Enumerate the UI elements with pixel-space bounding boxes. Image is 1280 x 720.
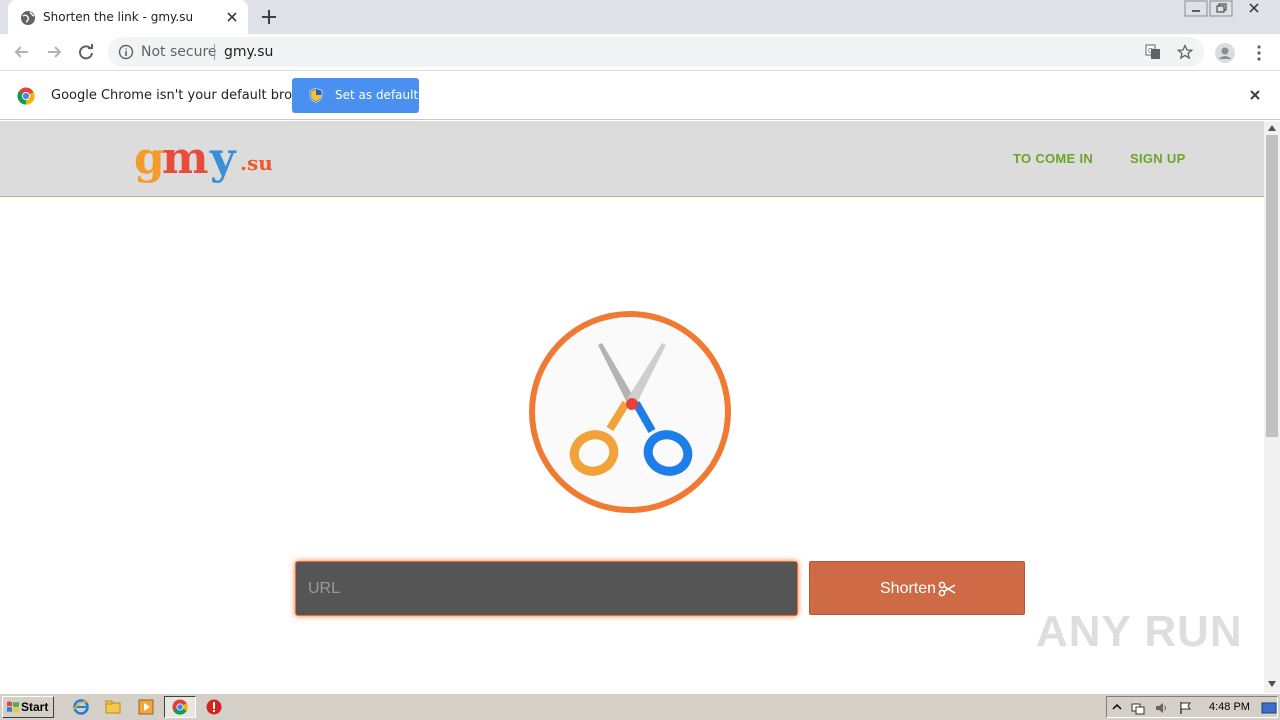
action-center-flag-icon[interactable] bbox=[1178, 701, 1192, 715]
shorten-label: Shorten bbox=[880, 580, 937, 597]
set-as-default-label: Set as default bbox=[335, 88, 419, 102]
tab-strip: Shorten the link - gmy.su bbox=[0, 0, 1280, 34]
back-icon[interactable] bbox=[12, 42, 32, 62]
scissors-logo-icon bbox=[529, 311, 731, 513]
shield-icon bbox=[309, 88, 323, 103]
scroll-thumb[interactable] bbox=[1266, 135, 1278, 437]
profile-icon[interactable] bbox=[1214, 42, 1236, 64]
media-player-icon[interactable] bbox=[137, 698, 155, 716]
minimize-icon[interactable] bbox=[1184, 0, 1208, 18]
url-input[interactable] bbox=[295, 561, 798, 616]
set-as-default-button[interactable]: Set as default bbox=[292, 78, 419, 113]
show-hidden-icons-icon[interactable] bbox=[1110, 701, 1124, 715]
internet-explorer-icon[interactable] bbox=[72, 698, 90, 716]
chrome-taskbar-button[interactable] bbox=[164, 696, 196, 718]
address-bar[interactable]: Not secure gmy.su G bbox=[108, 37, 1204, 67]
scroll-down-icon[interactable] bbox=[1268, 681, 1276, 687]
taskbar-clock[interactable]: 4:48 PM bbox=[1209, 701, 1250, 713]
info-icon[interactable] bbox=[118, 44, 134, 60]
security-alert-icon[interactable] bbox=[205, 698, 223, 716]
reload-icon[interactable] bbox=[76, 42, 96, 62]
page-viewport: g m y .su TO COME IN SIGN UP Shorten ANY… bbox=[0, 121, 1264, 693]
volume-icon[interactable] bbox=[1154, 701, 1168, 715]
browser-tab[interactable]: Shorten the link - gmy.su bbox=[8, 0, 248, 34]
network-icon[interactable] bbox=[1131, 701, 1145, 715]
chrome-logo-icon bbox=[17, 87, 35, 105]
default-browser-infobar: Google Chrome isn't your default browser… bbox=[0, 72, 1280, 120]
windows-flag-icon bbox=[7, 701, 19, 713]
security-label[interactable]: Not secure bbox=[141, 44, 217, 60]
svg-text:G: G bbox=[1148, 48, 1153, 55]
chrome-icon bbox=[172, 699, 188, 715]
scissors-icon bbox=[938, 581, 956, 597]
infobar-message: Google Chrome isn't your default browser bbox=[51, 88, 323, 103]
file-explorer-icon[interactable] bbox=[104, 698, 122, 716]
globe-icon bbox=[21, 11, 35, 25]
forward-icon[interactable] bbox=[44, 42, 64, 62]
logo-domain-suffix: .su bbox=[240, 151, 273, 175]
shorten-button[interactable]: Shorten bbox=[809, 561, 1025, 615]
start-label: Start bbox=[21, 700, 49, 714]
logo-letter-m: m bbox=[162, 133, 209, 184]
anyrun-watermark: ANY RUN bbox=[1036, 607, 1243, 656]
logo-letter-g: g bbox=[134, 133, 165, 184]
restore-icon[interactable] bbox=[1209, 0, 1233, 18]
signup-link[interactable]: SIGN UP bbox=[1130, 151, 1186, 166]
start-button[interactable]: Start bbox=[2, 696, 54, 718]
site-header: g m y .su TO COME IN SIGN UP bbox=[0, 121, 1264, 197]
tab-title: Shorten the link - gmy.su bbox=[43, 10, 194, 24]
windows-taskbar: Start 4:48 PM bbox=[0, 693, 1280, 720]
show-desktop-icon[interactable] bbox=[1261, 701, 1277, 715]
translate-icon[interactable]: G bbox=[1145, 44, 1161, 60]
close-infobar-icon[interactable] bbox=[1248, 88, 1262, 102]
url-text[interactable]: gmy.su bbox=[224, 44, 273, 60]
new-tab-icon[interactable] bbox=[260, 8, 278, 26]
close-window-icon[interactable] bbox=[1240, 0, 1268, 18]
page-scrollbar[interactable] bbox=[1264, 121, 1280, 693]
login-link[interactable]: TO COME IN bbox=[1013, 151, 1093, 166]
close-tab-icon[interactable] bbox=[224, 9, 240, 25]
omnibox-divider bbox=[214, 44, 215, 60]
browser-toolbar: Not secure gmy.su G bbox=[0, 34, 1280, 71]
system-tray: 4:48 PM bbox=[1106, 696, 1278, 718]
logo-letter-y: y bbox=[210, 133, 236, 184]
menu-icon[interactable] bbox=[1248, 42, 1270, 64]
scroll-up-icon[interactable] bbox=[1268, 125, 1276, 131]
star-icon[interactable] bbox=[1177, 44, 1193, 60]
